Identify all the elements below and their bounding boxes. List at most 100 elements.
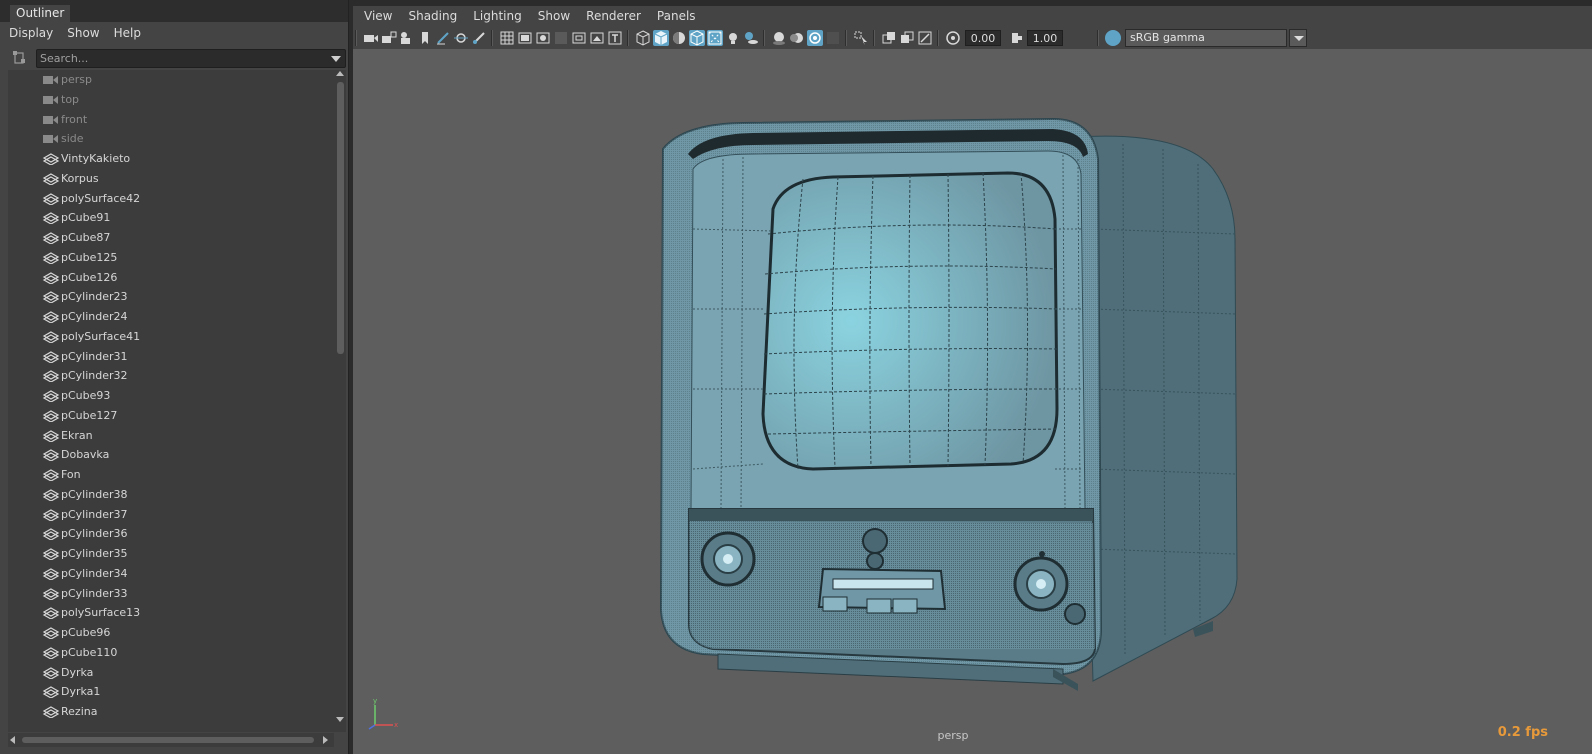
mesh-icon (42, 666, 60, 679)
xray-icon[interactable] (707, 30, 723, 46)
gamma-field[interactable]: 1.00 (1027, 30, 1063, 46)
gate-mask-icon[interactable] (553, 30, 569, 46)
scroll-right-arrow-icon[interactable] (323, 736, 328, 744)
menu-show[interactable]: Show (538, 9, 570, 23)
exposure-field[interactable]: 0.00 (965, 30, 1001, 46)
menu-lighting[interactable]: Lighting (473, 9, 522, 23)
outliner-item-pcylinder38[interactable]: pCylinder38 (8, 485, 334, 505)
color-management-icon[interactable] (1105, 30, 1121, 46)
mesh-icon (42, 192, 60, 205)
outliner-item-polysurface42[interactable]: polySurface42 (8, 189, 334, 209)
outliner-item-pcylinder36[interactable]: pCylinder36 (8, 524, 334, 544)
xray-joints-icon[interactable] (881, 30, 897, 46)
outliner-item-front[interactable]: front (8, 110, 334, 130)
depth-of-field-icon[interactable] (825, 30, 841, 46)
field-chart-icon[interactable] (571, 30, 587, 46)
outliner-item-top[interactable]: top (8, 90, 334, 110)
outliner-item-pcube110[interactable]: pCube110 (8, 643, 334, 663)
bookmark-icon[interactable] (417, 30, 433, 46)
horizontal-scrollbar[interactable] (8, 733, 334, 747)
menu-shading[interactable]: Shading (408, 9, 457, 23)
outliner-item-pcylinder37[interactable]: pCylinder37 (8, 505, 334, 525)
chevron-down-icon[interactable] (1289, 29, 1307, 47)
menu-view[interactable]: View (364, 9, 392, 23)
scroll-down-arrow-icon[interactable] (336, 717, 344, 722)
outliner-item-side[interactable]: side (8, 129, 334, 149)
camera-attributes-icon[interactable] (399, 30, 415, 46)
outliner-item-pcylinder23[interactable]: pCylinder23 (8, 287, 334, 307)
xray-active-icon[interactable] (899, 30, 915, 46)
exposure-icon[interactable] (945, 30, 961, 46)
smooth-shade-icon[interactable] (653, 30, 669, 46)
outliner-item-dyrka1[interactable]: Dyrka1 (8, 682, 334, 702)
outliner-item-pcube93[interactable]: pCube93 (8, 386, 334, 406)
3d-viewport[interactable]: y x persp 0.2 fps (353, 49, 1592, 754)
ambient-occlusion-icon[interactable] (771, 30, 787, 46)
outliner-item-dobavka[interactable]: Dobavka (8, 445, 334, 465)
camera-lock-icon[interactable] (381, 30, 397, 46)
outliner-item-ekran[interactable]: Ekran (8, 426, 334, 446)
scroll-up-arrow-icon[interactable] (336, 71, 344, 76)
color-space-select[interactable]: sRGB gamma (1125, 29, 1287, 47)
wireframe-on-shaded-icon[interactable] (689, 30, 705, 46)
outliner-item-pcylinder33[interactable]: pCylinder33 (8, 584, 334, 604)
lights-icon[interactable] (725, 30, 741, 46)
outliner-item-label: VintyKakieto (61, 152, 131, 165)
antialiasing-icon[interactable] (807, 30, 823, 46)
outliner-item-label: pCylinder35 (61, 547, 128, 560)
outliner-item-pcube96[interactable]: pCube96 (8, 623, 334, 643)
outliner-item-pcylinder35[interactable]: pCylinder35 (8, 544, 334, 564)
outliner-item-pcylinder34[interactable]: pCylinder34 (8, 564, 334, 584)
outliner-item-pcube125[interactable]: pCube125 (8, 248, 334, 268)
outliner-item-pcylinder31[interactable]: pCylinder31 (8, 347, 334, 367)
tab-outliner[interactable]: Outliner (10, 5, 71, 22)
gamma-icon[interactable] (1009, 30, 1025, 46)
mesh-icon (42, 627, 60, 639)
isolate-select-icon[interactable] (853, 30, 869, 46)
film-gate-icon[interactable] (517, 30, 533, 46)
menu-display[interactable]: Display (9, 26, 53, 40)
default-material-icon[interactable] (671, 30, 687, 46)
filter-icon[interactable] (12, 50, 28, 66)
outliner-item-pcube126[interactable]: pCube126 (8, 268, 334, 288)
chevron-down-icon[interactable] (331, 56, 341, 62)
menu-panels[interactable]: Panels (657, 9, 696, 23)
outliner-item-pcube127[interactable]: pCube127 (8, 406, 334, 426)
wireframe-icon[interactable] (635, 30, 651, 46)
camera-icon[interactable] (363, 30, 379, 46)
outliner-item-fon[interactable]: Fon (8, 465, 334, 485)
horizontal-scroll-thumb[interactable] (22, 737, 314, 743)
outliner-item-polysurface13[interactable]: polySurface13 (8, 603, 334, 623)
safe-action-icon[interactable] (589, 30, 605, 46)
safe-title-icon[interactable] (607, 30, 623, 46)
image-plane-icon[interactable] (453, 30, 469, 46)
outliner-item-korpus[interactable]: Korpus (8, 169, 334, 189)
motion-blur-icon[interactable] (789, 30, 805, 46)
scroll-left-arrow-icon[interactable] (10, 736, 15, 744)
menu-help[interactable]: Help (114, 26, 141, 40)
outliner-item-persp[interactable]: persp (8, 70, 334, 90)
camera-icon (43, 95, 58, 104)
grease-pencil-icon[interactable] (435, 30, 451, 46)
outliner-item-vintykakieto[interactable]: VintyKakieto (8, 149, 334, 169)
camera-2d-pan-icon[interactable] (471, 30, 487, 46)
resolution-gate-icon[interactable] (535, 30, 551, 46)
search-input[interactable] (40, 50, 320, 67)
outliner-item-pcylinder24[interactable]: pCylinder24 (8, 307, 334, 327)
shadows-icon[interactable] (743, 30, 759, 46)
menu-renderer[interactable]: Renderer (586, 9, 641, 23)
outliner-item-dyrka[interactable]: Dyrka (8, 663, 334, 683)
outliner-item-polysurface41[interactable]: polySurface41 (8, 327, 334, 347)
outliner-item-rezina[interactable]: Rezina (8, 702, 334, 722)
vertical-scrollbar[interactable] (334, 70, 346, 732)
outliner-item-pcube91[interactable]: pCube91 (8, 208, 334, 228)
menu-show[interactable]: Show (67, 26, 99, 40)
outliner-item-pcylinder32[interactable]: pCylinder32 (8, 366, 334, 386)
outliner-item-pcube87[interactable]: pCube87 (8, 228, 334, 248)
mesh-icon (42, 173, 60, 185)
backface-icon[interactable] (917, 30, 933, 46)
tv-model[interactable] (623, 109, 1263, 709)
mesh-icon (42, 350, 60, 363)
vertical-scroll-thumb[interactable] (337, 82, 344, 354)
grid-icon[interactable] (499, 30, 515, 46)
